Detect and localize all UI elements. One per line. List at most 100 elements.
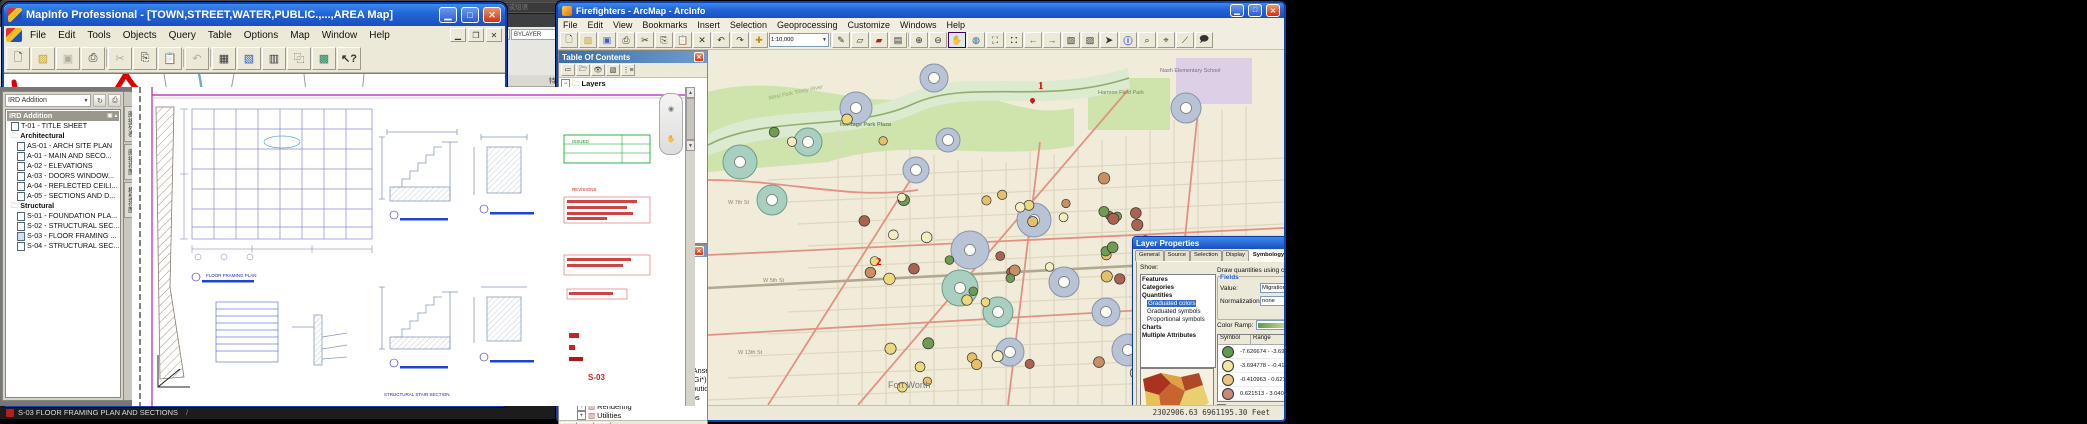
mdi-minimize-button[interactable]: ▁ bbox=[450, 28, 466, 42]
scroll-thumb[interactable] bbox=[686, 98, 695, 140]
navigation-bar[interactable]: ◉✋ bbox=[659, 93, 683, 155]
open-icon[interactable]: ▨ bbox=[579, 32, 597, 48]
show-list[interactable]: Features Categories Quantities Graduated… bbox=[1140, 274, 1216, 368]
sheet-list[interactable]: IRD Addition▣ ▴ T-01 - TITLE SHEET 🗀Arch… bbox=[5, 109, 121, 398]
tab-general[interactable]: General bbox=[1135, 250, 1164, 261]
tab-source[interactable]: Source bbox=[1164, 250, 1190, 261]
menu-edit[interactable]: Edit bbox=[52, 29, 81, 42]
cut-icon[interactable]: ✂ bbox=[636, 32, 654, 48]
fixed-zoom-out-icon[interactable]: ⛚ bbox=[1005, 32, 1023, 48]
menu-customize[interactable]: Customize bbox=[843, 20, 896, 30]
select-elements-icon[interactable]: ➤ bbox=[1100, 32, 1118, 48]
print-icon[interactable]: ⎙ bbox=[81, 47, 105, 70]
close-button[interactable]: ✕ bbox=[483, 7, 501, 23]
list-by-selection-icon[interactable]: ▧ bbox=[606, 64, 620, 76]
arcmap-map-view[interactable]: Heritage Park Plaza Nash Elementary Scho… bbox=[708, 50, 1284, 405]
maximize-button[interactable]: □ bbox=[461, 7, 479, 23]
save-table-icon[interactable]: ▣ bbox=[56, 47, 80, 70]
menu-tools[interactable]: Tools bbox=[81, 29, 116, 42]
sheet-set-combo[interactable]: IRD Addition▼ bbox=[5, 94, 91, 107]
pan-icon[interactable]: ✋ bbox=[948, 32, 966, 48]
menu-objects[interactable]: Objects bbox=[117, 29, 163, 42]
map-scale-combo[interactable]: 1:10,000▼ bbox=[769, 33, 829, 47]
menu-options[interactable]: Options bbox=[238, 29, 284, 42]
list-by-drawing-order-icon[interactable]: ≔ bbox=[561, 64, 575, 76]
copy-icon[interactable]: ⎘ bbox=[133, 47, 157, 70]
menu-file[interactable]: File bbox=[24, 29, 52, 42]
select-features-icon[interactable]: ▧ bbox=[1062, 32, 1080, 48]
new-map-icon[interactable]: 🗋 bbox=[560, 32, 578, 48]
add-data-icon[interactable]: ✚ bbox=[750, 32, 768, 48]
scroll-down-icon[interactable]: ▼ bbox=[686, 140, 695, 151]
new-redistricter-icon[interactable]: ▩ bbox=[312, 47, 336, 70]
measure-icon[interactable]: ⟋ bbox=[1176, 32, 1194, 48]
arcmap-titlebar[interactable]: Firefighters - ArcMap - ArcInfo ▁ □ ✕ bbox=[558, 3, 1284, 18]
menu-help[interactable]: Help bbox=[942, 20, 971, 30]
tab-display[interactable]: Display bbox=[1222, 250, 1249, 261]
new-mapper-icon[interactable]: ▧ bbox=[237, 47, 261, 70]
close-button[interactable]: ✕ bbox=[1266, 4, 1280, 17]
html-popup-icon[interactable]: 🗩 bbox=[1195, 32, 1213, 48]
tab-selection[interactable]: Selection bbox=[1190, 250, 1222, 261]
editor-icon[interactable]: ✎ bbox=[832, 32, 850, 48]
new-table-icon[interactable]: 🗋 bbox=[6, 47, 30, 70]
menu-selection[interactable]: Selection bbox=[725, 20, 772, 30]
clear-selection-icon[interactable]: ▨ bbox=[1081, 32, 1099, 48]
menu-geoprocessing[interactable]: Geoprocessing bbox=[772, 20, 843, 30]
undo-icon[interactable]: ↶ bbox=[185, 47, 209, 70]
paste-icon[interactable]: 📋 bbox=[674, 32, 692, 48]
cut-icon[interactable]: ✂ bbox=[108, 47, 132, 70]
menu-view[interactable]: View bbox=[608, 20, 637, 30]
options-icon[interactable]: ⋮≡ bbox=[621, 64, 635, 76]
list-by-visibility-icon[interactable]: 👁 bbox=[591, 64, 605, 76]
menu-help[interactable]: Help bbox=[363, 29, 396, 42]
forward-extent-icon[interactable]: → bbox=[1043, 32, 1061, 48]
normalization-combo[interactable]: none▼ bbox=[1260, 296, 1284, 306]
maximize-button[interactable]: □ bbox=[1248, 4, 1262, 17]
snapping-icon[interactable]: ▱ bbox=[851, 32, 869, 48]
vertical-scrollbar[interactable]: ▲ ▼ bbox=[685, 87, 695, 406]
attributes-icon[interactable]: ▤ bbox=[889, 32, 907, 48]
save-icon[interactable]: ▣ bbox=[598, 32, 616, 48]
menu-bookmarks[interactable]: Bookmarks bbox=[637, 20, 692, 30]
close-icon[interactable]: ✕ bbox=[694, 246, 704, 256]
mdi-restore-button[interactable]: ❐ bbox=[468, 28, 484, 42]
full-extent-icon[interactable]: ◍ bbox=[967, 32, 985, 48]
color-ramp-combo[interactable]: ▼ bbox=[1256, 320, 1284, 330]
copy-icon[interactable]: ⎘ bbox=[655, 32, 673, 48]
minimize-button[interactable]: ▁ bbox=[439, 7, 457, 23]
menu-table[interactable]: Table bbox=[202, 29, 238, 42]
identify-icon[interactable]: ⓘ bbox=[1119, 32, 1137, 48]
menu-map[interactable]: Map bbox=[284, 29, 315, 42]
show-ranges-checkbox[interactable] bbox=[1217, 404, 1226, 405]
close-icon[interactable]: ✕ bbox=[694, 52, 704, 62]
menu-edit[interactable]: Edit bbox=[583, 20, 609, 30]
list-by-source-icon[interactable]: 🗁 bbox=[576, 64, 590, 76]
new-grapher-icon[interactable]: ▥ bbox=[262, 47, 286, 70]
value-combo[interactable]: Migration B/W 1990-96▼ bbox=[1260, 283, 1284, 293]
sketch-icon[interactable]: ▰ bbox=[870, 32, 888, 48]
new-layout-icon[interactable]: ⿻ bbox=[287, 47, 311, 70]
menu-file[interactable]: File bbox=[558, 20, 583, 30]
new-browser-icon[interactable]: ▦ bbox=[212, 47, 236, 70]
refresh-icon[interactable]: ↻ bbox=[93, 94, 106, 107]
delete-icon[interactable]: ✕ bbox=[693, 32, 711, 48]
fixed-zoom-in-icon[interactable]: ⛶ bbox=[986, 32, 1004, 48]
menu-windows[interactable]: Windows bbox=[895, 20, 942, 30]
menu-insert[interactable]: Insert bbox=[692, 20, 725, 30]
paste-icon[interactable]: 📋 bbox=[158, 47, 182, 70]
class-breaks-table[interactable]: Symbol Range Label -7.626674 - -3.694778… bbox=[1217, 334, 1284, 402]
minimize-button[interactable]: ▁ bbox=[1230, 4, 1244, 17]
menu-window[interactable]: Window bbox=[316, 29, 364, 42]
redo-icon[interactable]: ↷ bbox=[731, 32, 749, 48]
publish-icon[interactable]: ⎙ bbox=[108, 94, 121, 107]
print-icon[interactable]: ⎙ bbox=[617, 32, 635, 48]
undo-icon[interactable]: ↶ bbox=[712, 32, 730, 48]
help-pointer-icon[interactable]: ↖? bbox=[337, 47, 361, 70]
scroll-up-icon[interactable]: ▲ bbox=[686, 87, 695, 98]
zoom-out-icon[interactable]: ⊖ bbox=[929, 32, 947, 48]
drawing-area[interactable]: STRUCTURAL STAIR SECTION FLOOR FRAMING P… bbox=[132, 87, 695, 406]
tab-symbology[interactable]: Symbology bbox=[1249, 250, 1284, 261]
mdi-close-button[interactable]: ✕ bbox=[486, 28, 502, 42]
find-icon[interactable]: ⌕ bbox=[1138, 32, 1156, 48]
